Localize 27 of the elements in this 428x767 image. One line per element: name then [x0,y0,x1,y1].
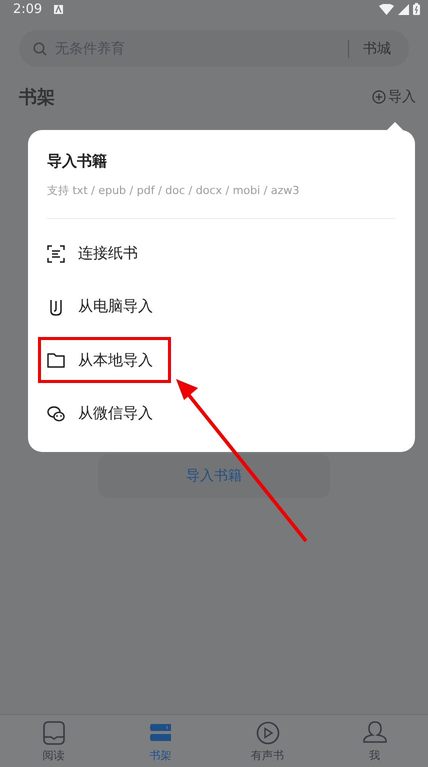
popup-title: 导入书籍 [47,152,108,171]
wifi-icon [379,4,394,14]
nav-tab[interactable]: 阅读 [0,715,107,767]
status-time: 2:09 [13,2,42,16]
menu-item[interactable]: 从电脑导入 [47,280,396,333]
menu-item[interactable]: 从本地导入 [41,340,168,380]
search-icon [33,42,47,56]
plus-icon [372,90,386,104]
battery-icon [413,3,420,15]
bookstore-link[interactable]: 书城 [363,40,391,58]
supported-formats: 支持 txt / epub / pdf / doc / docx / mobi / azw3 [47,183,300,198]
nav-tab[interactable]: 有声书 [214,715,321,767]
person-icon [362,720,388,746]
import-button[interactable]: 导入 [372,88,416,106]
nav-tab[interactable]: 我 [321,715,428,767]
nav-tab[interactable]: 书架 [107,715,214,767]
menu-item[interactable]: 连接纸书 [47,227,396,280]
tablet-icon [40,720,66,746]
notification-icon [54,4,64,14]
folder-icon [47,351,65,369]
play-icon [254,720,280,746]
import-books-button[interactable]: 导入书籍 [98,454,330,498]
shelf-title: 书架 [19,86,55,109]
scan-icon [47,244,65,262]
chat-bubbles-icon [47,404,65,422]
menu-item[interactable]: 从微信导入 [47,387,396,440]
signal-icon [398,4,409,14]
